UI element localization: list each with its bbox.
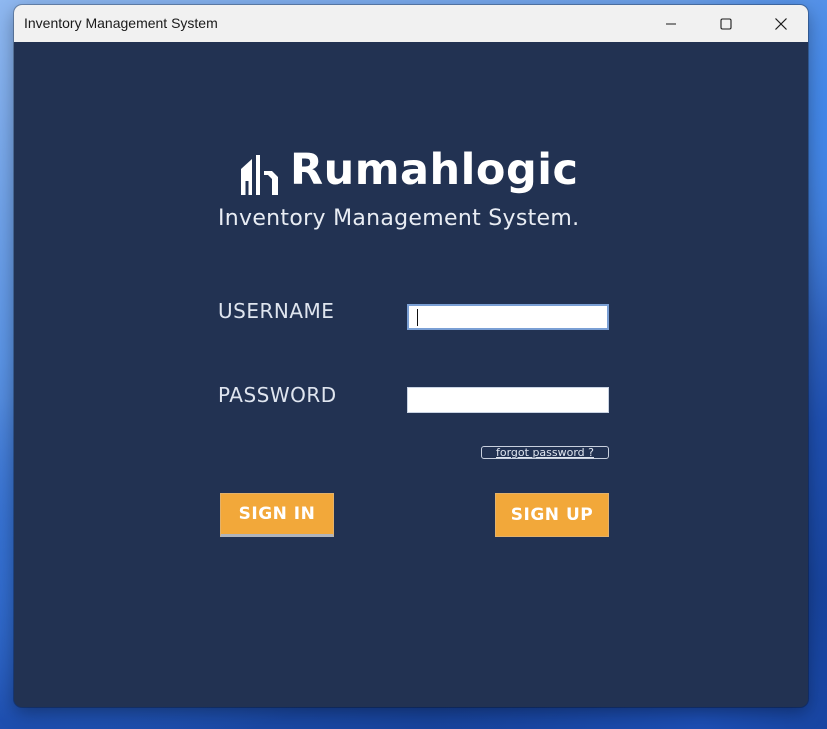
minimize-button[interactable]	[648, 5, 694, 42]
desktop-wallpaper: Inventory Management System Rumahlogic I…	[0, 0, 827, 729]
username-label: USERNAME	[218, 299, 335, 323]
sign-up-button[interactable]: SIGN UP	[495, 493, 609, 537]
close-icon	[775, 17, 787, 30]
brand-logo: Rumahlogic	[238, 145, 578, 199]
close-button[interactable]	[758, 5, 804, 42]
window-title: Inventory Management System	[24, 15, 218, 31]
username-input[interactable]	[407, 304, 609, 330]
app-window: Inventory Management System Rumahlogic I…	[14, 5, 808, 707]
password-input[interactable]	[407, 387, 609, 413]
login-panel: Rumahlogic Inventory Management System. …	[14, 42, 808, 707]
text-caret	[417, 309, 418, 326]
forgot-password-link[interactable]: forgot password ?	[481, 446, 609, 459]
title-bar[interactable]: Inventory Management System	[14, 5, 808, 42]
house-outline-icon	[241, 155, 278, 195]
sign-in-button[interactable]: SIGN IN	[220, 493, 334, 537]
maximize-icon	[720, 17, 732, 30]
brand-tagline: Inventory Management System.	[218, 206, 580, 231]
maximize-button[interactable]	[703, 5, 749, 42]
brand-name: Rumahlogic	[290, 145, 579, 195]
minimize-icon	[666, 23, 676, 24]
password-label: PASSWORD	[218, 383, 337, 407]
